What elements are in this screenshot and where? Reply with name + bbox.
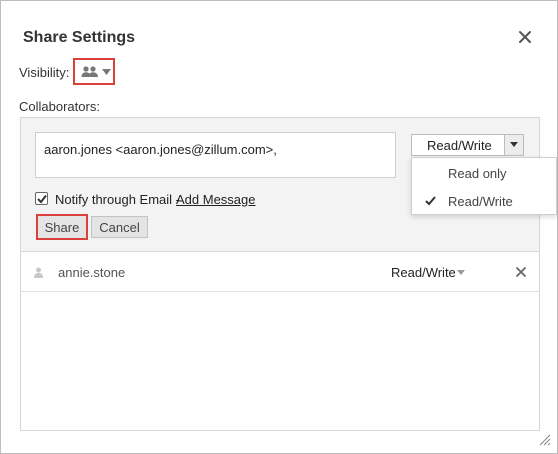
- permission-select-arrow[interactable]: [504, 135, 523, 155]
- permission-option-read-only[interactable]: Read only: [412, 159, 558, 187]
- user-icon: [34, 267, 43, 278]
- collaborator-row: annie.stone Read/Write: [21, 252, 539, 292]
- visibility-dropdown[interactable]: [73, 58, 115, 85]
- remove-collaborator-icon[interactable]: [515, 266, 527, 278]
- collaborator-name: annie.stone: [58, 265, 126, 280]
- dialog-title: Share Settings: [23, 29, 136, 46]
- collaborator-list: annie.stone Read/Write: [20, 251, 540, 431]
- cancel-button[interactable]: Cancel: [91, 216, 148, 238]
- collaborator-permission[interactable]: Read/Write: [391, 265, 456, 280]
- group-icon: [81, 66, 98, 77]
- caret-down-icon: [102, 69, 111, 75]
- cancel-button-label: Cancel: [99, 220, 140, 235]
- permission-menu: Read only Read/Write: [411, 157, 557, 215]
- close-icon[interactable]: [517, 29, 533, 45]
- checkmark-icon: [425, 196, 436, 206]
- checkmark-icon: [37, 194, 47, 204]
- share-button[interactable]: Share: [36, 214, 88, 240]
- share-button-label: Share: [44, 220, 80, 235]
- permission-option-label: Read/Write: [448, 194, 513, 209]
- share-settings-dialog: Share Settings Visibility: Collaborators…: [0, 0, 558, 454]
- resize-grip-icon[interactable]: [539, 434, 551, 446]
- recipients-input[interactable]: aaron.jones <aaron.jones@zillum.com>,: [35, 132, 396, 178]
- caret-down-icon[interactable]: [457, 270, 465, 275]
- add-message-link[interactable]: Add Message: [176, 192, 256, 207]
- permission-select-value: Read/Write: [427, 138, 492, 153]
- notify-email-checkbox[interactable]: [35, 192, 48, 205]
- visibility-label: Visibility:: [19, 65, 70, 80]
- collaborators-label: Collaborators:: [19, 99, 100, 114]
- permission-select[interactable]: Read/Write: [411, 134, 524, 156]
- notify-email-label: Notify through Email -: [55, 192, 180, 207]
- caret-down-icon: [510, 142, 518, 147]
- permission-option-read-write[interactable]: Read/Write: [412, 187, 558, 215]
- permission-option-label: Read only: [448, 166, 507, 181]
